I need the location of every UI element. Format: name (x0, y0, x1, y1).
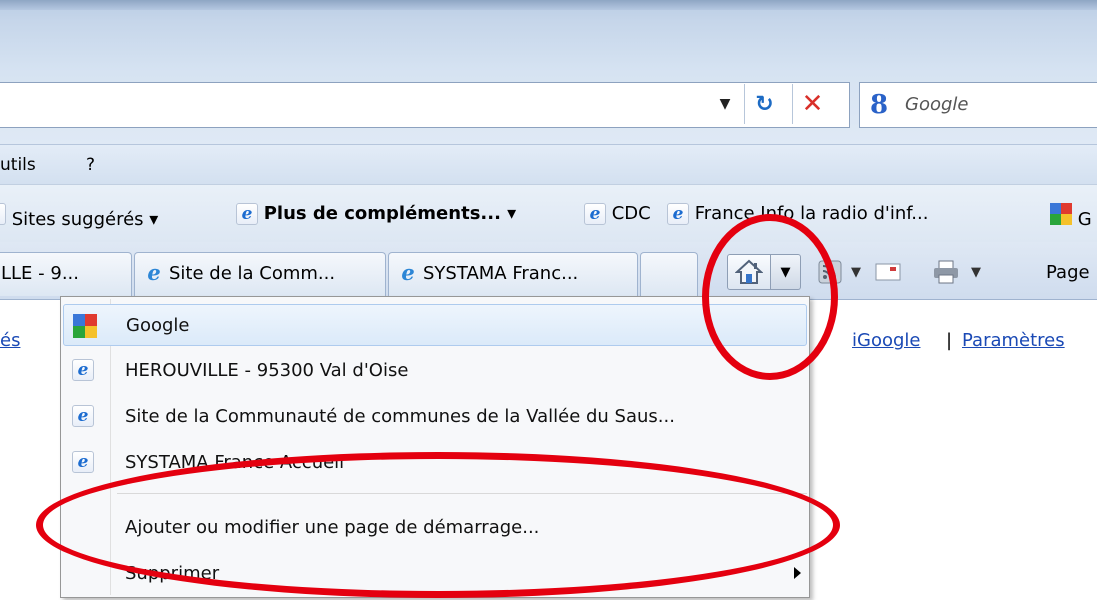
favorites-item-google[interactable]: G (1050, 203, 1092, 230)
tab-site-communaute[interactable]: e Site de la Comm... (134, 252, 386, 296)
ie-page-icon: e (72, 359, 94, 381)
favorites-item-label: Plus de compléments... ▾ (263, 203, 517, 224)
page-menu-button[interactable]: Page (1046, 254, 1097, 290)
address-row: ▼ ↻ ✕ 8 Google (0, 72, 1097, 144)
favorites-item-more-addons[interactable]: e Plus de compléments... ▾ (236, 203, 516, 225)
google-icon (1050, 203, 1072, 225)
menu-help[interactable]: ? (86, 155, 95, 175)
stop-icon[interactable]: ✕ (792, 84, 832, 124)
search-placeholder: Google (905, 94, 969, 115)
settings-link[interactable]: Paramètres (962, 330, 1065, 351)
menu-bar: utils ? (0, 144, 1097, 184)
menu-item-label: Site de la Communauté de communes de la … (125, 406, 675, 427)
favorites-item-label: G (1077, 209, 1092, 230)
feeds-dropdown-icon[interactable]: ▼ (846, 254, 866, 290)
tab-row: LLE - 9... e Site de la Comm... e SYSTAMA … (0, 242, 1097, 300)
favorites-item-suggested[interactable]: Sites suggérés ▾ (0, 203, 158, 230)
refresh-icon[interactable]: ↻ (744, 84, 784, 124)
ie-page-icon: e (667, 203, 689, 225)
annotation-circle-home-button (702, 214, 838, 380)
ie-page-icon: e (584, 203, 606, 225)
print-dropdown-icon[interactable]: ▼ (965, 254, 987, 290)
google-icon (73, 314, 97, 338)
favorites-bar: Sites suggérés ▾ e Plus de compléments..… (0, 184, 1097, 242)
link-separator: | (946, 330, 953, 351)
igoogle-link[interactable]: iGoogle (852, 330, 920, 351)
printer-icon (934, 260, 958, 284)
home-menu-item-herouville[interactable]: e HEROUVILLE - 95300 Val d'Oise (63, 350, 807, 392)
tab-systama[interactable]: e SYSTAMA Franc... (388, 252, 638, 296)
menu-tools[interactable]: utils (0, 155, 36, 175)
home-menu-item-site-communaute[interactable]: e Site de la Communauté de communes de l… (63, 396, 807, 438)
tab-label: SYSTAMA Franc... (423, 263, 579, 284)
window-titlebar (0, 0, 1097, 72)
mail-icon (875, 263, 901, 281)
menu-item-label: HEROUVILLE - 95300 Val d'Oise (125, 360, 409, 381)
page-menu-label: Page (1046, 261, 1090, 283)
favorites-item-label: CDC (611, 203, 651, 224)
address-dropdown-icon[interactable]: ▼ (708, 82, 742, 126)
favorites-item-label: France Info la radio d'inf... (694, 203, 929, 224)
ie-page-icon: e (236, 203, 258, 225)
annotation-circle-menu-actions (36, 452, 840, 598)
ie-logo-icon: e (401, 260, 415, 285)
mail-button[interactable] (872, 254, 904, 290)
favorites-item-cdc[interactable]: e CDC (584, 203, 651, 225)
tab-label: Site de la Comm... (169, 263, 336, 284)
titlebar-edge (0, 0, 1097, 10)
tab-label: LLE - 9... (1, 263, 79, 284)
home-menu-item-google[interactable]: Google (63, 304, 807, 346)
ie-page-icon: e (72, 405, 94, 427)
page-link-partial[interactable]: és (0, 330, 20, 351)
tab-herouville[interactable]: LLE - 9... (0, 252, 132, 296)
new-tab-button[interactable] (640, 252, 698, 296)
favorites-item-label: Sites suggérés ▾ (11, 209, 159, 230)
ie-page-icon: e (72, 451, 94, 473)
submenu-arrow-icon (794, 567, 801, 579)
print-button[interactable] (928, 254, 964, 290)
google-search-icon: 8 (870, 90, 889, 120)
ie-page-icon (0, 203, 6, 225)
search-input[interactable] (859, 82, 1097, 128)
ie-logo-icon: e (147, 260, 161, 285)
menu-item-label: Google (126, 315, 190, 336)
